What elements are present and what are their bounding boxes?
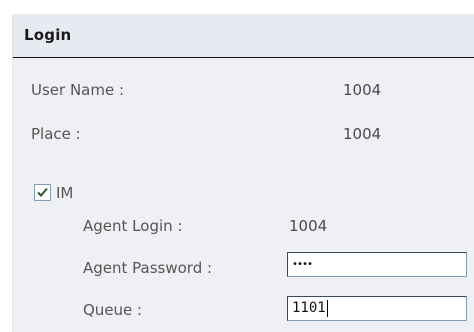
agent-password-label: Agent Password : [83, 259, 213, 277]
queue-label: Queue : [83, 301, 143, 319]
password-mask: •••• [292, 259, 313, 270]
check-icon [37, 187, 48, 197]
place-label: Place : [31, 125, 81, 143]
text-caret [326, 299, 328, 317]
agent-password-field[interactable]: •••• [287, 252, 467, 277]
queue-field[interactable]: 1101 [287, 296, 467, 321]
agent-login-label: Agent Login : [83, 217, 183, 235]
im-label[interactable]: IM [56, 184, 73, 202]
im-checkbox[interactable] [34, 184, 51, 201]
user-name-label: User Name : [31, 81, 125, 99]
panel-header: Login [13, 14, 474, 58]
panel-title: Login [24, 26, 72, 44]
agent-login-value: 1004 [289, 217, 328, 235]
place-value: 1004 [343, 125, 382, 143]
queue-value: 1101 [292, 300, 326, 316]
login-panel: Login User Name : 1004 Place : 1004 IM A… [12, 14, 474, 332]
user-name-value: 1004 [343, 81, 382, 99]
